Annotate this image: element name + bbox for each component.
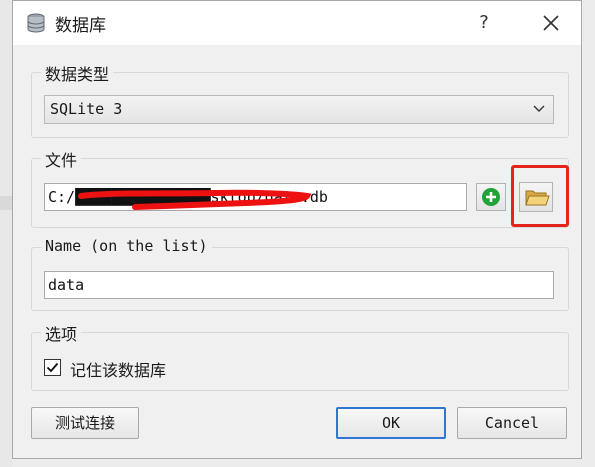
chevron-down-icon	[533, 105, 545, 112]
database-type-select[interactable]: SQLite 3	[44, 95, 554, 124]
close-icon	[543, 15, 559, 31]
name-value: data	[48, 276, 85, 294]
background-app-toolbar	[0, 196, 12, 210]
help-button[interactable]: ?	[468, 7, 500, 39]
name-input[interactable]: data	[44, 271, 554, 299]
close-button[interactable]	[531, 7, 571, 39]
file-group-label: 文件	[41, 147, 82, 171]
type-group-label: 数据类型	[41, 61, 114, 85]
database-dialog: 数据库 ? 数据类型 SQLite 3 文件 C:/██████████████…	[12, 0, 582, 459]
database-icon	[25, 12, 47, 34]
test-connection-button[interactable]: 测试连接	[31, 407, 139, 439]
help-icon: ?	[479, 12, 489, 33]
add-icon	[482, 188, 500, 206]
browse-file-button[interactable]	[519, 182, 553, 212]
name-group-label: Name (on the list)	[41, 237, 212, 255]
cancel-button[interactable]: Cancel	[457, 407, 567, 439]
window-title: 数据库	[55, 16, 106, 36]
redaction-mark	[78, 189, 312, 210]
folder-icon	[525, 190, 550, 206]
checkmark-icon	[46, 362, 59, 373]
options-group-label: 选项	[41, 321, 82, 345]
file-path-input[interactable]: C:/███████████████sktop/data.db	[44, 183, 467, 211]
database-type-value: SQLite 3	[50, 100, 123, 118]
add-file-button[interactable]	[476, 183, 506, 211]
remember-database-checkbox[interactable]	[44, 359, 61, 376]
remember-database-label: 记住该数据库	[70, 361, 167, 380]
background-app	[0, 0, 12, 467]
ok-button[interactable]: OK	[336, 407, 446, 439]
title-bar: 数据库 ?	[13, 1, 581, 45]
